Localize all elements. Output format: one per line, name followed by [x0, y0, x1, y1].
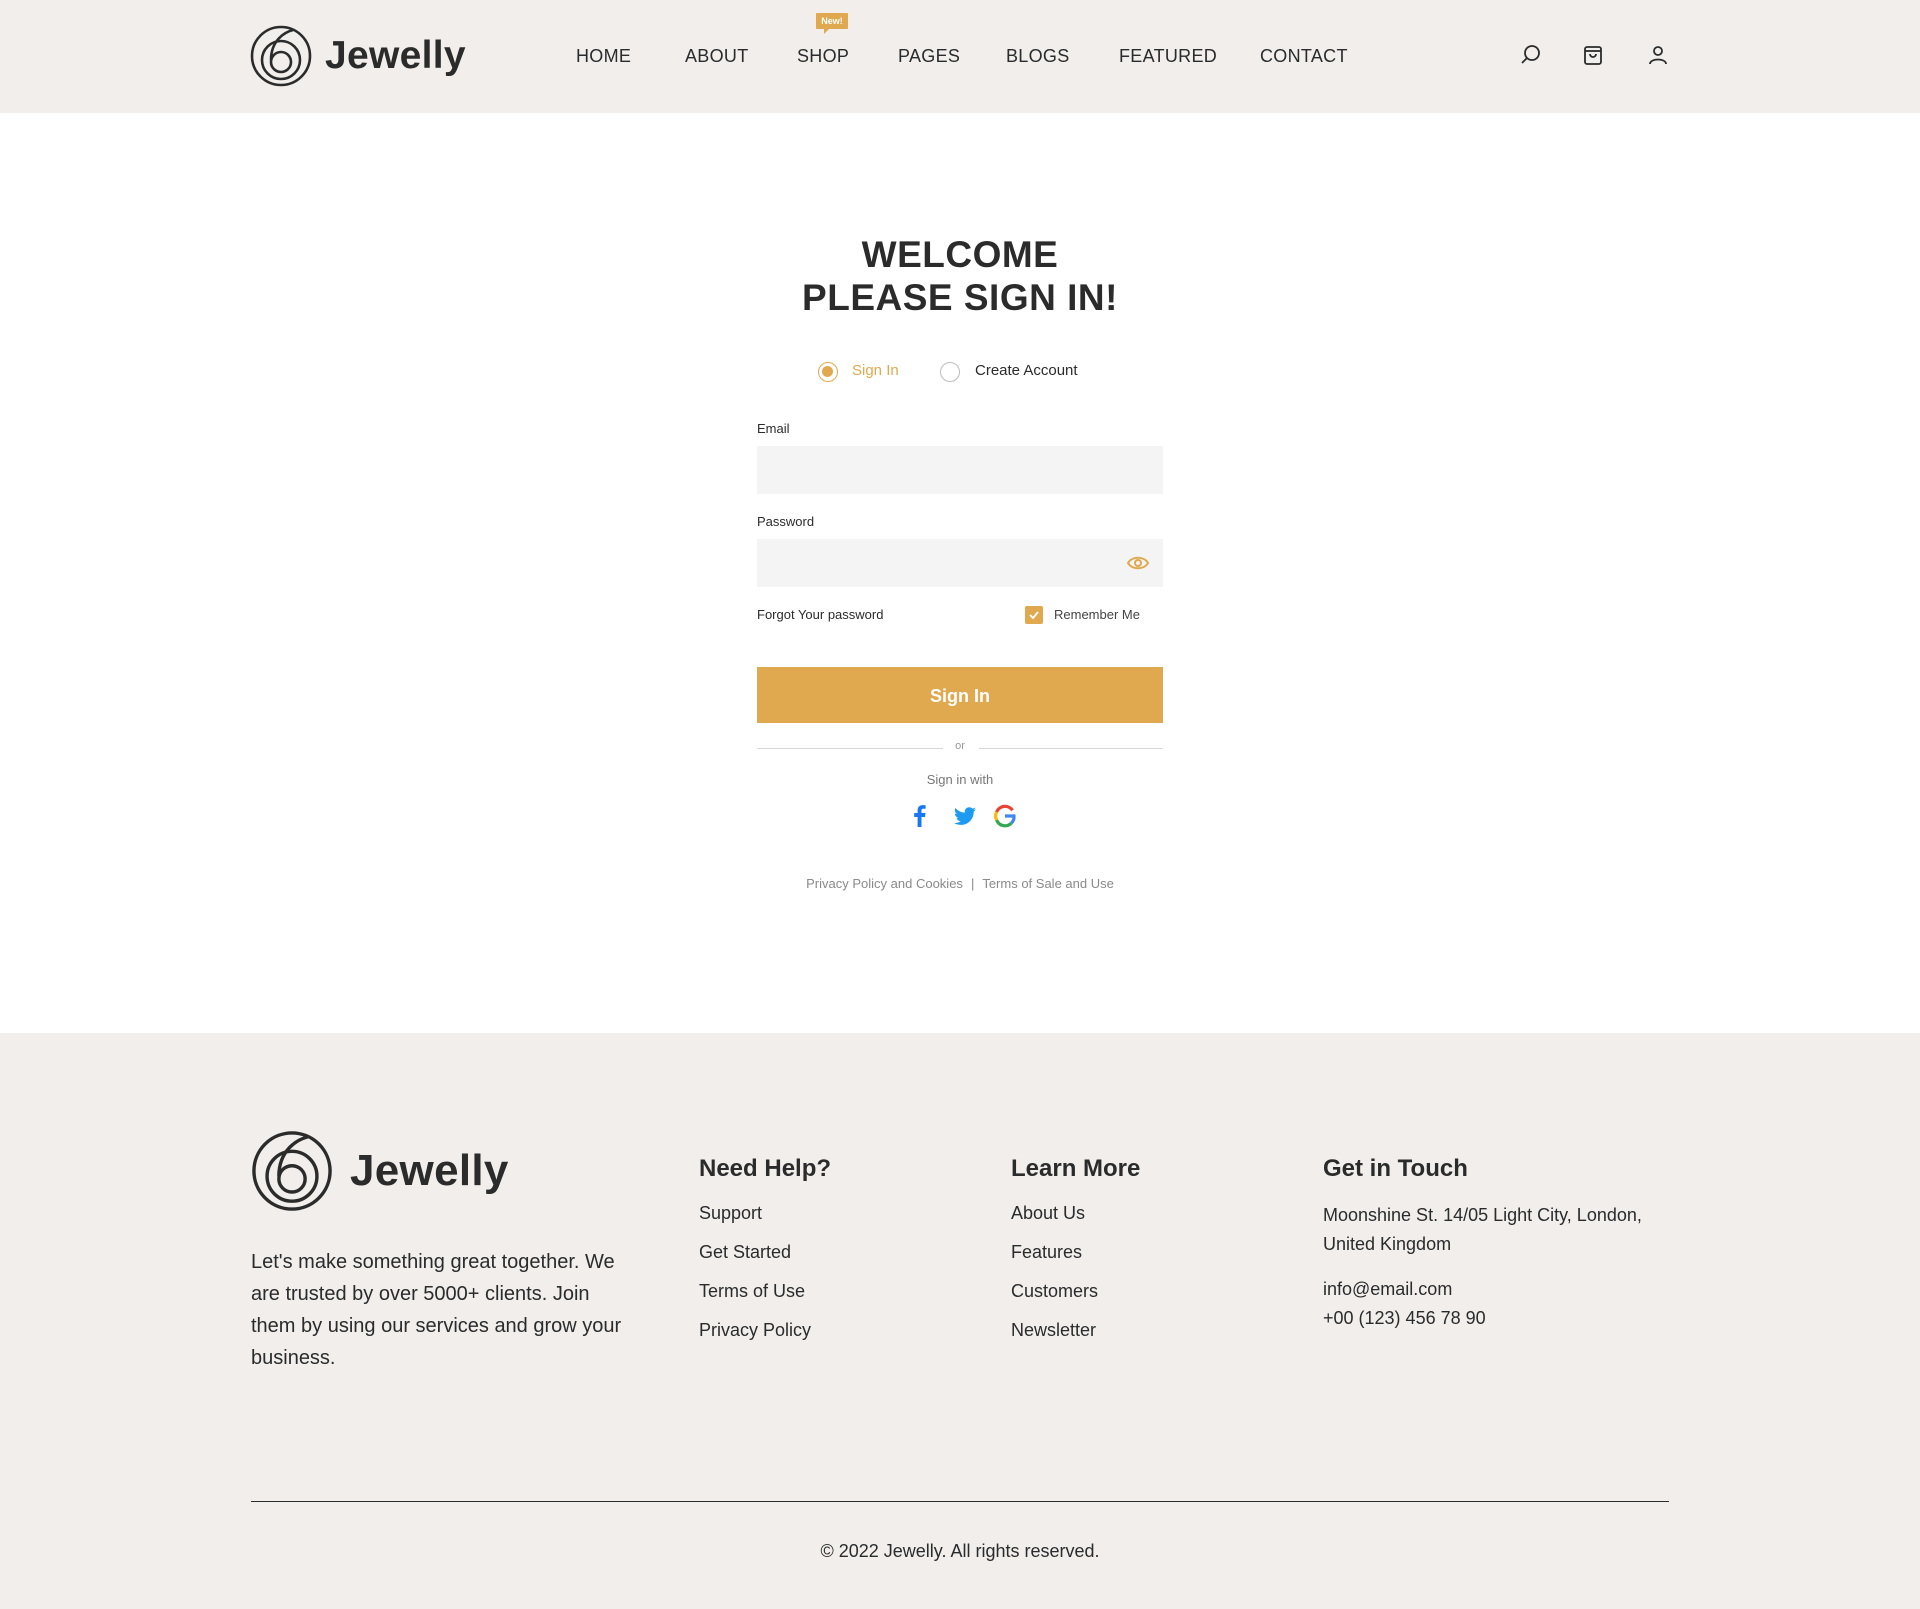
site-footer: Jewelly Let's make something great toget…	[0, 1033, 1920, 1609]
sign-in-with-label: Sign in with	[926, 772, 994, 787]
forgot-password-link[interactable]: Forgot Your password	[757, 607, 883, 622]
remember-me-checkbox[interactable]	[1025, 606, 1043, 624]
or-divider: or	[757, 740, 1163, 756]
nav-featured[interactable]: FEATURED	[1119, 46, 1217, 67]
contact-email[interactable]: info@email.com	[1323, 1275, 1642, 1304]
show-password-icon[interactable]	[1127, 553, 1149, 573]
footer-brand-name: Jewelly	[350, 1146, 509, 1195]
google-icon[interactable]	[992, 803, 1018, 829]
email-field[interactable]	[757, 446, 1163, 494]
title-line-1: WELCOME	[861, 234, 1059, 275]
signin-radio[interactable]	[818, 362, 838, 382]
divider-line-right	[979, 748, 1163, 749]
email-group: Email	[757, 421, 1163, 494]
password-field-wrap	[757, 539, 1163, 587]
signin-radio-label[interactable]: Sign In	[852, 362, 899, 379]
footer-address: Moonshine St. 14/05 Light City, London, …	[1323, 1201, 1642, 1259]
footer-help-title: Need Help?	[699, 1155, 832, 1182]
nav-about[interactable]: ABOUT	[685, 46, 749, 67]
address-line-1: Moonshine St. 14/05 Light City, London,	[1323, 1205, 1642, 1225]
contact-phone[interactable]: +00 (123) 456 78 90	[1323, 1304, 1642, 1333]
twitter-icon[interactable]	[952, 803, 978, 829]
password-field[interactable]	[757, 539, 1163, 587]
remember-me-label[interactable]: Remember Me	[1054, 607, 1140, 622]
footer-contact-title: Get in Touch	[1323, 1155, 1468, 1182]
create-account-radio-label[interactable]: Create Account	[975, 362, 1078, 379]
footer-link-about-us[interactable]: About Us	[1011, 1203, 1140, 1226]
nav-contact[interactable]: CONTACT	[1260, 46, 1348, 67]
logo-mark-icon	[252, 1131, 332, 1211]
password-label: Password	[757, 514, 815, 529]
footer-link-terms[interactable]: Terms of Use	[699, 1281, 831, 1304]
new-badge: New!	[816, 13, 848, 34]
legal-links: Privacy Policy and Cookies | Terms of Sale…	[0, 876, 1920, 891]
footer-help-column: Need Help? Support Get Started Terms of …	[699, 1155, 831, 1343]
footer-contact-info: info@email.com +00 (123) 456 78 90	[1323, 1275, 1642, 1333]
logo-mark-icon	[250, 25, 312, 87]
footer-logo[interactable]: Jewelly	[250, 1129, 509, 1213]
footer-link-features[interactable]: Features	[1011, 1242, 1140, 1265]
site-header: Jewelly HOME ABOUT SHOP New! PAGES BLOGS…	[0, 0, 1920, 113]
page-title: WELCOME PLEASE SIGN IN!	[0, 233, 1920, 319]
footer-description: Let's make something great together. We …	[251, 1251, 622, 1369]
sign-in-button[interactable]: Sign In	[757, 667, 1163, 723]
footer-divider	[251, 1501, 1669, 1502]
title-line-2: PLEASE SIGN IN!	[802, 277, 1118, 318]
footer-link-newsletter[interactable]: Newsletter	[1011, 1320, 1140, 1343]
address-line-2: United Kingdom	[1323, 1234, 1452, 1254]
or-label: or	[955, 740, 965, 752]
footer-learn-title: Learn More	[1011, 1155, 1141, 1182]
footer-link-privacy[interactable]: Privacy Policy	[699, 1320, 831, 1343]
create-account-radio[interactable]	[940, 362, 960, 382]
footer-link-support[interactable]: Support	[699, 1203, 831, 1226]
nav-home[interactable]: HOME	[576, 46, 631, 67]
footer-link-customers[interactable]: Customers	[1011, 1281, 1140, 1304]
nav-shop[interactable]: SHOP	[797, 46, 849, 67]
brand-name: Jewelly	[325, 34, 466, 77]
footer-learn-column: Learn More About Us Features Customers N…	[1011, 1155, 1140, 1343]
search-icon[interactable]	[1519, 43, 1543, 67]
password-group: Password	[757, 514, 1163, 587]
brand-logo[interactable]: Jewelly	[249, 24, 466, 88]
privacy-policy-link[interactable]: Privacy Policy and Cookies	[806, 876, 963, 891]
nav-blogs[interactable]: BLOGS	[1006, 46, 1070, 67]
auth-mode-toggle: Sign In Create Account	[0, 360, 1920, 384]
nav-pages[interactable]: PAGES	[898, 46, 960, 67]
email-label: Email	[757, 421, 790, 436]
user-icon[interactable]	[1646, 43, 1670, 67]
shopping-bag-icon[interactable]	[1581, 43, 1605, 67]
footer-contact-column: Get in Touch Moonshine St. 14/05 Light C…	[1323, 1155, 1642, 1333]
copyright: © 2022 Jewelly. All rights reserved.	[820, 1541, 1100, 1561]
footer-link-get-started[interactable]: Get Started	[699, 1242, 831, 1265]
email-field-wrap	[757, 446, 1163, 494]
legal-separator: |	[970, 876, 975, 891]
terms-link[interactable]: Terms of Sale and Use	[982, 876, 1114, 891]
check-icon	[1029, 611, 1039, 620]
facebook-icon[interactable]	[907, 803, 933, 829]
